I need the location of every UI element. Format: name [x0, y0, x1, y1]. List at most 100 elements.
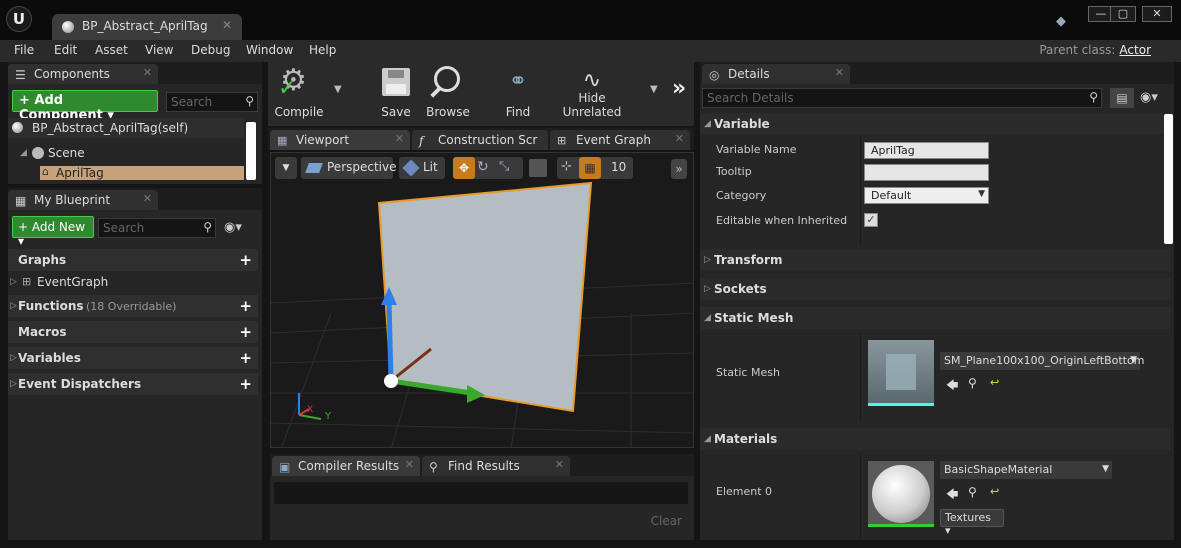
viewport-more-icon[interactable]: » — [671, 159, 687, 179]
clear-button[interactable]: Clear — [651, 514, 682, 528]
hide-unrelated-button[interactable]: ∿ Hide Unrelated — [550, 62, 634, 122]
tooltip-field[interactable] — [864, 164, 989, 181]
section-transform[interactable]: ▷ Transform — [700, 249, 1170, 271]
viewport[interactable]: X Y ▼ Perspective Lit ✥ ↻ ⤡ ⊹ ▦ 10 » — [270, 152, 694, 448]
section-graphs[interactable]: Graphs + — [8, 249, 258, 271]
tab-my-blueprint[interactable]: ▦ My Blueprint ✕ — [8, 190, 158, 210]
grid-snap-icon[interactable]: ▦ — [579, 157, 601, 179]
section-static-mesh[interactable]: ◢ Static Mesh — [700, 307, 1170, 329]
browse-label: Browse — [426, 105, 470, 119]
components-search-input[interactable]: Search ⚲ — [166, 92, 258, 112]
parent-class-link[interactable]: Actor — [1119, 43, 1151, 57]
lit-button[interactable]: Lit — [399, 157, 445, 179]
category-dropdown[interactable]: Default ▼ — [864, 187, 989, 204]
parent-class: Parent class: Actor — [1039, 43, 1151, 57]
browse-button[interactable]: Browse — [422, 62, 474, 122]
more-tools-icon[interactable]: » — [672, 76, 686, 101]
visibility-eye-icon[interactable]: ◉▾ — [1140, 90, 1158, 105]
static-mesh-dropdown[interactable]: SM_Plane100x100_OriginLeftBottom ▼ — [940, 352, 1144, 370]
section-macros[interactable]: Macros + — [8, 321, 258, 343]
menu-debug[interactable]: Debug — [191, 43, 230, 57]
translate-tool-icon[interactable]: ✥ — [453, 157, 475, 179]
visibility-eye-icon[interactable]: ◉▾ — [224, 220, 242, 235]
hide-unrelated-chevron-icon[interactable]: ▼ — [650, 84, 658, 95]
add-dispatcher-icon[interactable]: + — [239, 375, 252, 393]
unreal-logo: U — [6, 6, 32, 32]
section-sockets[interactable]: ▷ Sockets — [700, 278, 1170, 300]
tab-details[interactable]: ◎ Details ✕ — [702, 64, 850, 84]
editable-inherited-checkbox[interactable]: ✓ — [864, 213, 878, 227]
document-tab[interactable]: BP_Abstract_AprilTag ✕ — [52, 14, 242, 40]
close-icon[interactable]: ✕ — [395, 132, 404, 145]
tab-event-graph[interactable]: ⊞ Event Graph ✕ — [550, 130, 690, 150]
add-macro-icon[interactable]: + — [239, 323, 252, 341]
menu-edit[interactable]: Edit — [54, 43, 77, 57]
find-button[interactable]: ⚭ Find — [494, 62, 542, 122]
component-item-apriltag[interactable]: ⌂ AprilTag — [40, 165, 244, 180]
add-graph-icon[interactable]: + — [239, 251, 252, 269]
use-selected-arrow-icon[interactable]: 🡄 — [946, 485, 958, 506]
tab-compiler-results[interactable]: ▣ Compiler Results ✕ — [272, 456, 420, 476]
close-icon[interactable]: ✕ — [143, 192, 152, 205]
tab-find-results[interactable]: ⚲ Find Results ✕ — [422, 456, 570, 476]
compile-options-chevron-icon[interactable]: ▼ — [334, 84, 342, 95]
scale-tool-icon[interactable]: ⤡ — [499, 159, 509, 174]
property-matrix-icon[interactable]: ▤ — [1110, 88, 1134, 108]
material-thumbnail[interactable] — [868, 461, 934, 527]
viewport-options-button[interactable]: ▼ — [275, 157, 297, 179]
add-variable-icon[interactable]: + — [239, 349, 252, 367]
item-eventgraph[interactable]: ▷ ⊞ EventGraph — [8, 272, 258, 292]
blueprint-search-input[interactable]: Search ⚲ — [98, 218, 216, 238]
grid-snap-value[interactable]: 10 — [611, 160, 626, 174]
component-item-scene[interactable]: ◢ Scene — [8, 144, 244, 162]
close-icon[interactable]: ✕ — [835, 66, 844, 79]
close-icon[interactable]: ✕ — [555, 458, 564, 471]
scrollbar[interactable] — [1164, 114, 1173, 244]
details-search-input[interactable]: Search Details ⚲ — [702, 88, 1102, 108]
tab-components[interactable]: ☰ Components ✕ — [8, 64, 158, 84]
close-tab-icon[interactable]: ✕ — [222, 18, 232, 32]
component-item-self[interactable]: BP_Abstract_AprilTag(self) — [8, 118, 244, 138]
browse-asset-icon[interactable]: ⚲ — [968, 376, 977, 390]
close-window-button[interactable]: ✕ — [1142, 6, 1172, 22]
close-icon[interactable]: ✕ — [405, 458, 414, 471]
menu-window[interactable]: Window — [246, 43, 293, 57]
use-selected-arrow-icon[interactable]: 🡄 — [946, 376, 958, 397]
close-icon[interactable]: ✕ — [143, 66, 152, 79]
menu-asset[interactable]: Asset — [95, 43, 128, 57]
section-functions[interactable]: ▷ Functions (18 Overridable) + — [8, 295, 258, 317]
section-variable[interactable]: ◢ Variable — [700, 113, 1170, 135]
section-materials[interactable]: ◢ Materials — [700, 428, 1170, 450]
element-0-label: Element 0 — [716, 485, 773, 498]
axis-x-label: X — [307, 405, 314, 415]
static-mesh-thumbnail[interactable] — [868, 340, 934, 406]
scrollbar[interactable] — [246, 122, 256, 180]
section-event-dispatchers[interactable]: ▷ Event Dispatchers + — [8, 373, 258, 395]
maximize-button[interactable]: ▢ — [1110, 6, 1136, 22]
add-component-button[interactable]: + Add Component ▾ — [12, 90, 158, 123]
material-dropdown[interactable]: BasicShapeMaterial ▼ — [940, 461, 1112, 479]
world-local-icon[interactable]: ⊹ — [561, 159, 572, 174]
blueprint-icon — [12, 122, 23, 133]
add-function-icon[interactable]: + — [239, 297, 252, 315]
close-icon[interactable]: ✕ — [675, 132, 684, 145]
add-new-button[interactable]: + Add New ▾ — [12, 216, 94, 248]
save-button[interactable]: Save — [376, 62, 416, 122]
reset-to-default-icon[interactable]: ↩ — [990, 376, 999, 389]
rotate-tool-icon[interactable]: ↻ — [477, 159, 489, 175]
tab-viewport[interactable]: ▦ Viewport ✕ — [270, 130, 410, 150]
browse-asset-icon[interactable]: ⚲ — [968, 485, 977, 499]
menu-view[interactable]: View — [145, 43, 173, 57]
menu-help[interactable]: Help — [309, 43, 336, 57]
menu-file[interactable]: File — [14, 43, 34, 57]
graduation-cap-icon[interactable]: ◆ — [1056, 14, 1072, 29]
perspective-button[interactable]: Perspective — [301, 157, 397, 179]
variable-name-field[interactable]: AprilTag — [864, 142, 989, 159]
tab-construction-script[interactable]: f Construction Scr — [412, 130, 548, 150]
surface-snap-icon[interactable] — [529, 159, 547, 177]
reset-to-default-icon[interactable]: ↩ — [990, 485, 999, 498]
components-tab-label: Components — [34, 67, 110, 81]
section-variables[interactable]: ▷ Variables + — [8, 347, 258, 369]
compile-button[interactable]: ⚙ ✓ Compile — [270, 62, 328, 122]
textures-dropdown[interactable]: Textures ▾ — [940, 509, 1004, 537]
